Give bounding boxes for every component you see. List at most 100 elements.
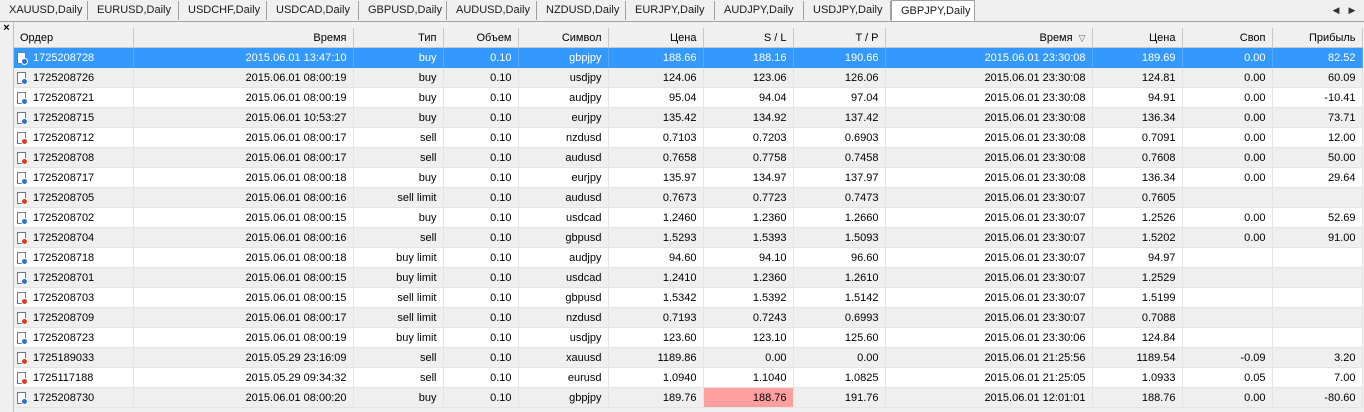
cell-stop-loss: 1.2360 [703,207,794,228]
tab-audusd[interactable]: AUDUSD,Daily [447,1,537,20]
sort-descending-icon: ▽ [1078,32,1086,43]
column-header-close-time[interactable]: Время ▽ [885,28,1093,48]
cell-current-price: 124.84 [1092,327,1183,348]
cell-open-price: 1.2460 [608,207,704,228]
cell-stop-loss: 123.10 [703,327,794,348]
order-number: 1725208730 [33,391,95,404]
column-header-open-time[interactable]: Время [133,28,354,48]
tab-audjpy[interactable]: AUDJPY,Daily [715,1,804,20]
order-number: 1725208726 [33,71,95,84]
column-header-take-profit[interactable]: T / P [793,28,886,48]
cell-type: buy [353,47,444,68]
cell-volume: 0.10 [443,87,519,108]
close-icon[interactable]: × [1,23,12,34]
cell-current-price: 0.7605 [1092,187,1183,208]
cell-open-price: 0.7193 [608,307,704,328]
table-row[interactable]: 1725208723 2015.06.01 08:00:19 buy limit 0.… [14,327,1363,348]
cell-open-time: 2015.06.01 08:00:16 [133,227,354,248]
table-row[interactable]: 1725208703 2015.06.01 08:00:15 sell limit 0… [14,287,1363,308]
buy-order-icon [16,111,28,125]
cell-stop-loss: 94.04 [703,87,794,108]
table-row[interactable]: 1725208708 2015.06.01 08:00:17 sell 0.10 aud… [14,147,1363,168]
table-row[interactable]: 1725208721 2015.06.01 08:00:19 buy 0.10 audj… [14,87,1363,108]
tab-scroll-right-icon[interactable]: ▶ [1346,3,1358,17]
table-row[interactable]: 1725189033 2015.05.29 23:16:09 sell 0.10 xau… [14,347,1363,368]
order-number: 1725208715 [33,111,95,124]
table-row[interactable]: 1725208718 2015.06.01 08:00:18 buy limit 0.… [14,247,1363,268]
table-row[interactable]: 1725208717 2015.06.01 08:00:18 buy 0.10 eurj… [14,167,1363,188]
column-header-stop-loss[interactable]: S / L [703,28,794,48]
cell-current-price: 94.97 [1092,247,1183,268]
table-row[interactable]: 1725208730 2015.06.01 08:00:20 buy 0.10 gbpj… [14,387,1363,408]
cell-profit: 3.20 [1272,347,1363,368]
column-header-swap[interactable]: Своп [1182,28,1273,48]
tab-eurjpy[interactable]: EURJPY,Daily [626,1,715,20]
cell-order: 1725208715 [14,107,134,128]
table-row[interactable]: 1725208705 2015.06.01 08:00:16 sell limit 0… [14,187,1363,208]
tab-gbpusd[interactable]: GBPUSD,Daily [359,1,447,20]
table-row[interactable]: 1725117188 2015.05.29 09:34:32 sell 0.10 eur… [14,367,1363,388]
table-row[interactable]: 1725208701 2015.06.01 08:00:15 buy limit 0.… [14,267,1363,288]
column-header-profit[interactable]: Прибыль [1272,28,1363,48]
cell-symbol: usdjpy [518,67,609,88]
cell-profit: 60.09 [1272,67,1363,88]
cell-close-time: 2015.06.01 23:30:08 [885,47,1093,68]
cell-current-price: 1.5202 [1092,227,1183,248]
column-header-type[interactable]: Тип [353,28,444,48]
tab-nzdusd[interactable]: NZDUSD,Daily [537,1,626,20]
cell-current-price: 136.34 [1092,167,1183,188]
table-row[interactable]: 1725208704 2015.06.01 08:00:16 sell 0.10 gbp… [14,227,1363,248]
table-row[interactable]: 1725208726 2015.06.01 08:00:19 buy 0.10 usdj… [14,67,1363,88]
cell-current-price: 94.91 [1092,87,1183,108]
cell-open-time: 2015.06.01 08:00:17 [133,147,354,168]
column-header-order[interactable]: Ордер [14,28,134,48]
cell-open-price: 189.76 [608,387,704,408]
tab-usdjpy[interactable]: USDJPY,Daily [804,1,891,20]
tab-scroll-left-icon[interactable]: ◀ [1330,3,1342,17]
cell-close-time: 2015.06.01 23:30:07 [885,267,1093,288]
order-number: 1725208705 [33,191,95,204]
column-header-symbol[interactable]: Символ [518,28,609,48]
order-number: 1725208717 [33,171,95,184]
cell-take-profit: 0.00 [793,347,886,368]
cell-current-price: 1.2529 [1092,267,1183,288]
cell-order: 1725208703 [14,287,134,308]
table-row[interactable]: 1725208712 2015.06.01 08:00:17 sell 0.10 nzd… [14,127,1363,148]
chart-tab-bar: XAUUSD,Daily EURUSD,Daily USDCHF,Daily U… [0,0,1364,22]
tab-eurusd[interactable]: EURUSD,Daily [88,1,179,20]
column-header-open-price[interactable]: Цена [608,28,704,48]
cell-order: 1725208705 [14,187,134,208]
cell-symbol: eurjpy [518,107,609,128]
cell-order: 1725208702 [14,207,134,228]
cell-swap: 0.05 [1182,367,1273,388]
tab-usdcad[interactable]: USDCAD,Daily [267,1,359,20]
cell-open-price: 1.2410 [608,267,704,288]
cell-close-time: 2015.06.01 21:25:05 [885,367,1093,388]
tab-xauusd[interactable]: XAUUSD,Daily [0,1,88,20]
buy-order-icon [16,171,28,185]
cell-symbol: nzdusd [518,127,609,148]
cell-open-price: 123.60 [608,327,704,348]
cell-profit: 52.69 [1272,207,1363,228]
cell-close-time: 2015.06.01 23:30:07 [885,207,1093,228]
buy-order-icon [16,51,28,65]
cell-volume: 0.10 [443,327,519,348]
cell-take-profit: 97.04 [793,87,886,108]
cell-type: sell limit [353,307,444,328]
table-row[interactable]: 1725208715 2015.06.01 10:53:27 buy 0.10 eurj… [14,107,1363,128]
column-header-current-price[interactable]: Цена [1092,28,1183,48]
tab-usdchf[interactable]: USDCHF,Daily [179,1,267,20]
cell-profit [1272,187,1363,208]
cell-profit: 29.64 [1272,167,1363,188]
tab-gbpjpy-active[interactable]: GBPJPY,Daily [891,0,975,21]
buy-order-icon [16,91,28,105]
cell-profit: 91.00 [1272,227,1363,248]
cell-swap [1182,247,1273,268]
table-row[interactable]: 1725208728 2015.06.01 13:47:10 buy 0.10 gbpj… [14,47,1363,68]
cell-take-profit: 1.5093 [793,227,886,248]
cell-type: sell limit [353,187,444,208]
table-row[interactable]: 1725208709 2015.06.01 08:00:17 sell limit 0… [14,307,1363,328]
table-row[interactable]: 1725208702 2015.06.01 08:00:15 buy 0.10 usdc… [14,207,1363,228]
cell-open-time: 2015.06.01 13:47:10 [133,47,354,68]
column-header-volume[interactable]: Объем [443,28,519,48]
